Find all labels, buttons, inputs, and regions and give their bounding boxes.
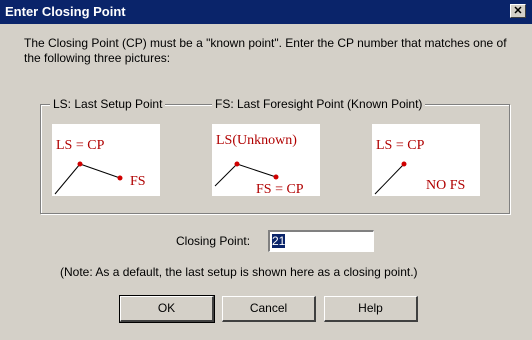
picture-ls-cp-fs: LS = CP FS [52,124,160,196]
foresight-line [236,163,277,178]
ls-point [77,161,83,167]
no-fs-label: NO FS [426,178,465,193]
setup-line [54,163,81,195]
picture-ls-unknown-fs-cp: LS(Unknown) FS = CP [212,124,320,196]
title-bar[interactable]: Enter Closing Point ✕ [0,0,532,24]
picture-ls-cp-fs-svg: LS = CP FS [54,138,146,195]
fs-point [273,174,279,180]
fs-legend: FS: Last Foresight Point (Known Point) [212,97,426,111]
instructions-text: The Closing Point (CP) must be a "known … [24,36,507,65]
setup-line [214,163,238,187]
closing-point-input[interactable]: 21 [268,230,374,252]
cancel-button[interactable]: Cancel [222,296,316,322]
default-note: (Note: As a default, the last setup is s… [60,265,418,279]
picture-ls-cp-no-fs-svg: LS = CP NO FS [374,138,465,195]
fs-cp-label: FS = CP [256,182,304,196]
ls-cp-label: LS = CP [376,138,425,153]
ls-point [401,161,407,167]
picture-ls-cp-no-fs: LS = CP NO FS [372,124,480,196]
enter-closing-point-dialog: Enter Closing Point ✕ The Closing Point … [0,0,532,340]
setup-line [374,163,405,195]
closing-point-label: Closing Point: [176,234,251,248]
ls-cp-label: LS = CP [56,138,105,153]
ls-legend: LS: Last Setup Point [50,97,166,111]
dialog-title: Enter Closing Point [5,4,126,19]
fs-point [117,175,123,181]
closing-point-value: 21 [272,234,286,248]
ls-unknown-label: LS(Unknown) [216,133,297,148]
fs-label: FS [130,174,146,189]
ok-button[interactable]: OK [119,295,215,323]
ls-point [234,161,240,167]
close-button[interactable]: ✕ [510,4,526,18]
picture-ls-unknown-fs-cp-svg: LS(Unknown) FS = CP [214,133,304,196]
close-icon: ✕ [513,5,523,17]
help-button[interactable]: Help [324,296,418,322]
foresight-line [79,163,121,179]
